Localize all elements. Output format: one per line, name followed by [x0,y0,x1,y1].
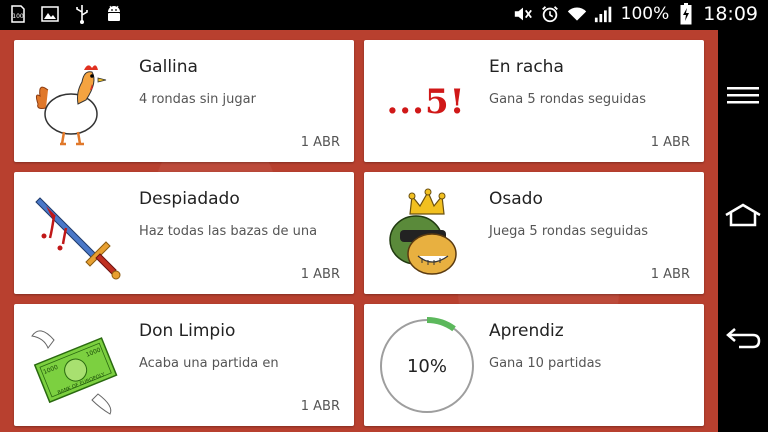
signal-icon [594,4,614,24]
svg-text:100: 100 [12,13,24,20]
clock-time: 18:09 [703,3,758,25]
achievement-card-gallina[interactable]: Gallina 4 rondas sin jugar 1 ABR [14,40,354,162]
achievement-title: Despiadado [139,189,240,209]
battery-percent: 100% [620,4,670,24]
achievement-card-don-limpio[interactable]: 1000 1000 BANK OF EUROPOLY Don Limpio Ac… [14,304,354,426]
achievement-card-despiadado[interactable]: Despiadado Haz todas las bazas de una 1 … [14,172,354,294]
achievement-date: 1 ABR [650,267,690,282]
achievement-card-osado[interactable]: Osado Juega 5 rondas seguidas 1 ABR [364,172,704,294]
achievement-date: 1 ABR [650,135,690,150]
achievement-description: Haz todas las bazas de una [139,224,318,239]
achievement-description: 4 rondas sin jugar [139,92,256,107]
achievement-date: 1 ABR [300,267,340,282]
achievement-title: Aprendiz [489,321,564,341]
navigation-bar [718,30,768,432]
achievement-title: En racha [489,57,564,77]
achievements-screen: Gallina 4 rondas sin jugar 1 ABR ...5! E… [0,30,718,432]
achievement-date: 1 ABR [300,135,340,150]
achievement-date: 1 ABR [300,399,340,414]
achievement-description: Gana 10 partidas [489,356,602,371]
menu-icon[interactable] [723,75,763,115]
wifi-icon [567,4,587,24]
achievement-description: Gana 5 rondas seguidas [489,92,647,107]
achievement-title: Don Limpio [139,321,236,341]
usb-icon [72,4,92,24]
alarm-icon [540,4,560,24]
sim-card-icon: 100 [8,4,28,24]
streak-five-icon: ...5! [376,52,476,152]
status-bar: 100 100% 18:09 [0,0,768,30]
image-icon [40,4,60,24]
back-icon[interactable] [723,317,763,357]
achievement-title: Gallina [139,57,198,77]
achievement-card-aprendiz[interactable]: 10% Aprendiz Gana 10 partidas [364,304,704,426]
achievement-description: Acaba una partida en [139,356,279,371]
chicken-icon [26,52,126,152]
winged-banknote-icon: 1000 1000 BANK OF EUROPOLY [26,316,126,416]
crowned-biker-icon [376,184,476,284]
streak-badge-text: ...5! [386,82,466,122]
achievement-card-en-racha[interactable]: ...5! En racha Gana 5 rondas seguidas 1 … [364,40,704,162]
mute-icon [513,4,533,24]
achievement-description: Juega 5 rondas seguidas [489,224,649,239]
progress-ring-icon: 10% [377,316,477,416]
progress-label: 10% [406,355,447,377]
battery-charging-icon [676,3,696,25]
achievement-title: Osado [489,189,543,209]
android-debug-icon [104,4,124,24]
bloody-sword-icon [26,184,126,284]
home-icon[interactable] [723,195,763,235]
